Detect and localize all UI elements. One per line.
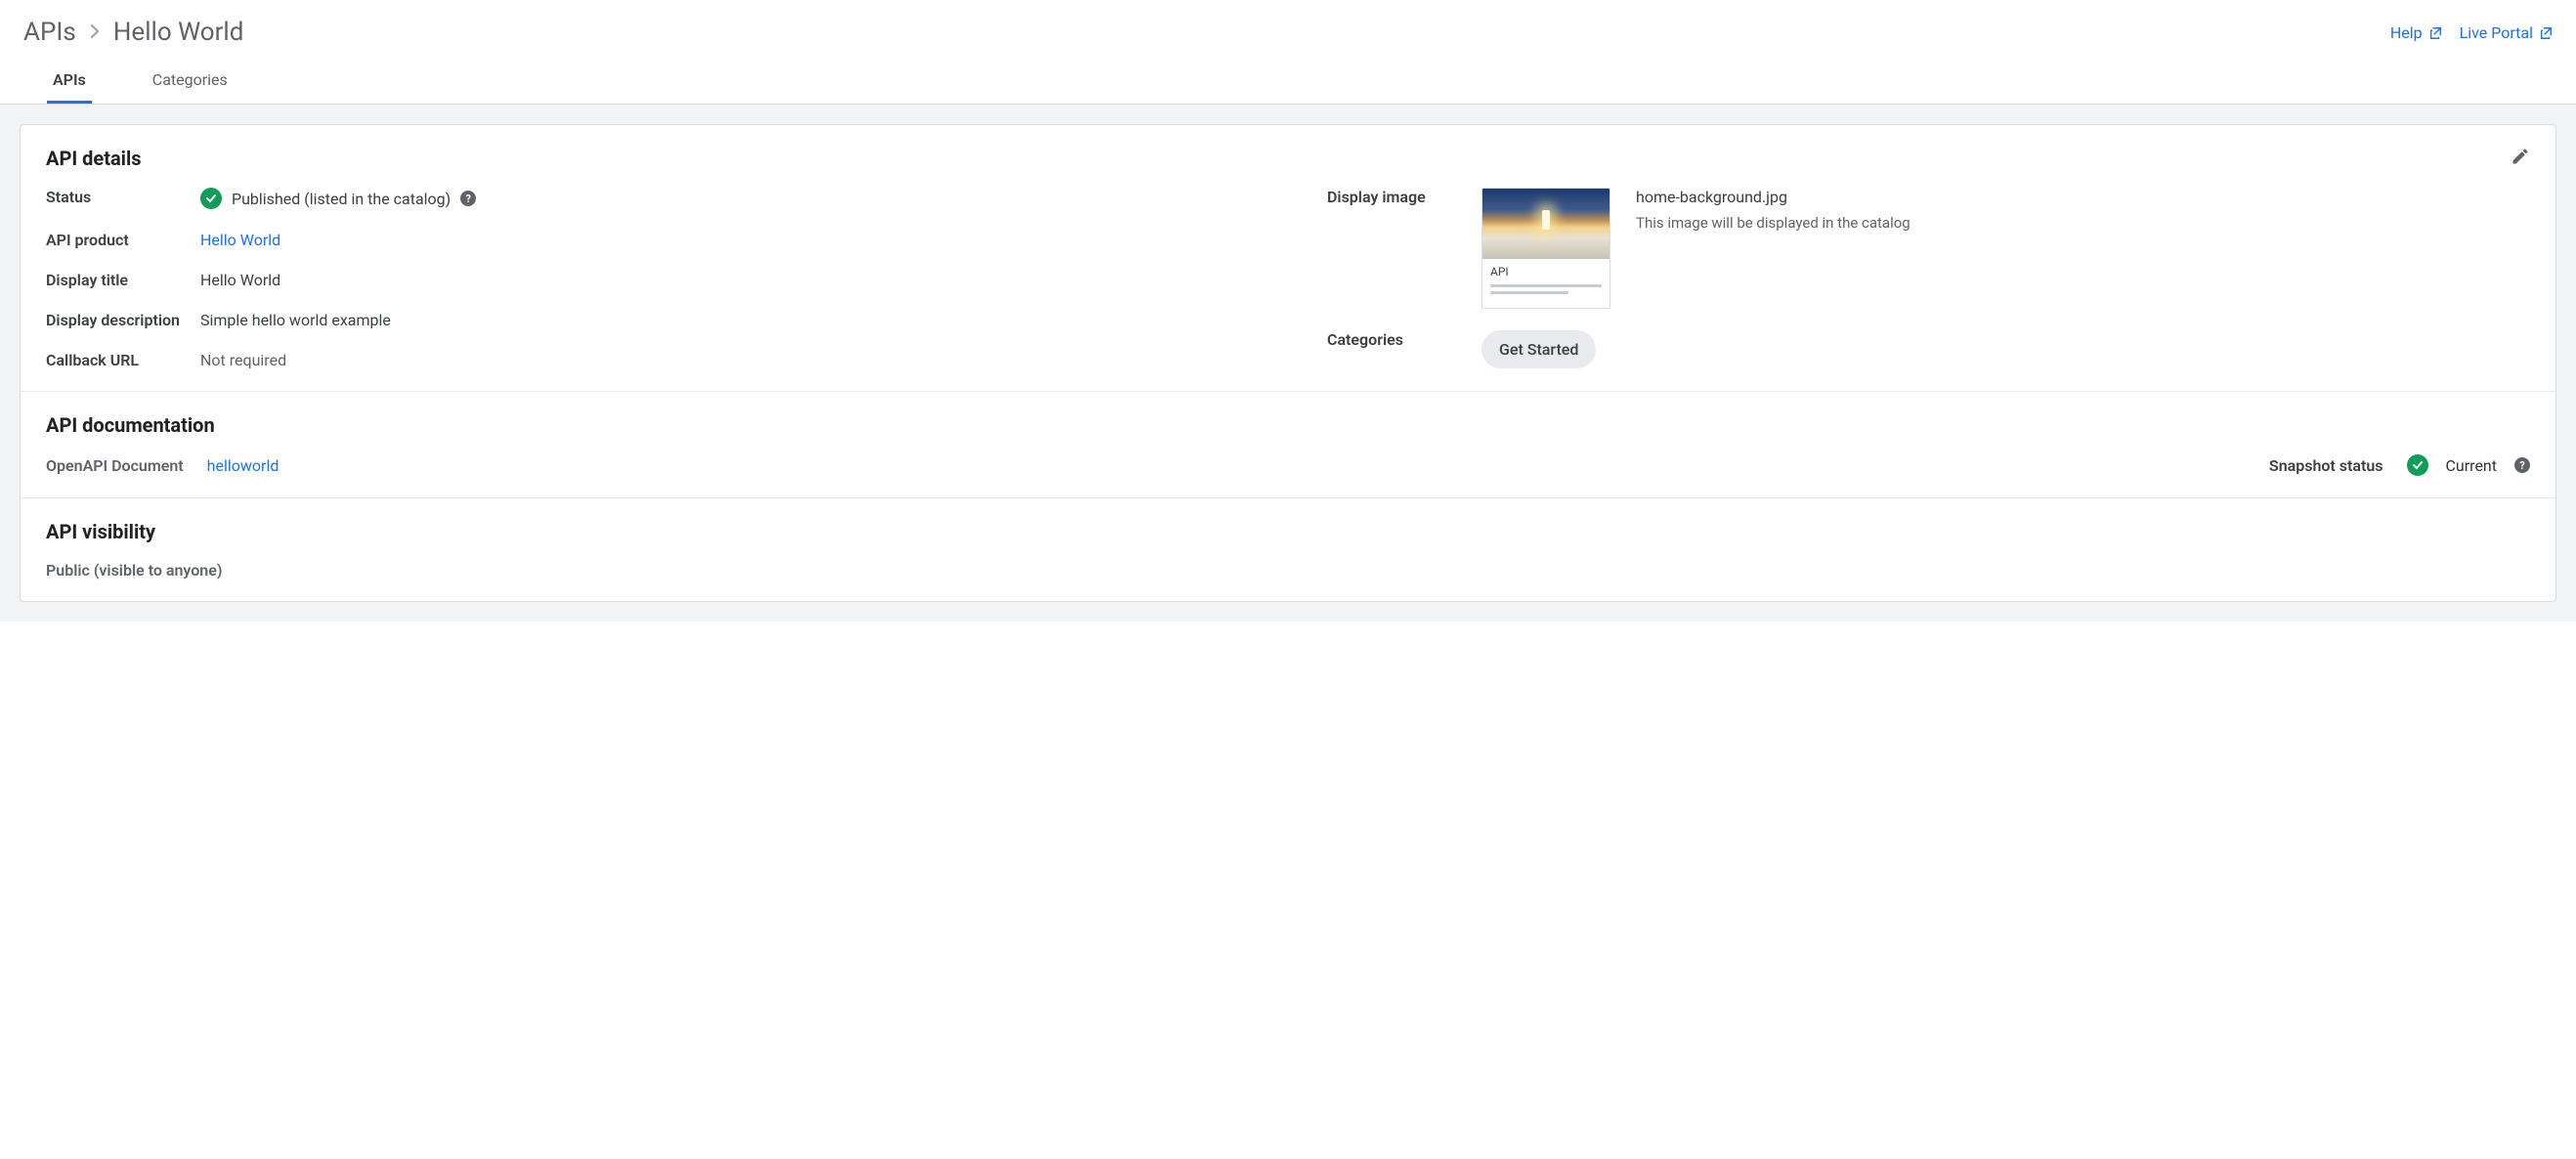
category-chip[interactable]: Get Started — [1481, 330, 1596, 368]
display-description-value: Simple hello world example — [200, 311, 391, 329]
status-value: Published (listed in the catalog) ? — [200, 188, 476, 209]
section-title-api-documentation: API documentation — [46, 413, 2530, 437]
status-label: Status — [46, 188, 200, 206]
external-link-icon — [2539, 25, 2553, 39]
check-icon — [2407, 454, 2428, 476]
visibility-value: Public (visible to anyone) — [46, 561, 2530, 580]
api-product-link[interactable]: Hello World — [200, 231, 280, 249]
display-image-thumbnail: API — [1481, 188, 1610, 309]
thumbnail-image — [1482, 189, 1610, 259]
tab-apis[interactable]: APIs — [47, 70, 92, 104]
help-link[interactable]: Help — [2390, 23, 2442, 42]
section-title-api-details: API details — [46, 147, 2530, 170]
tab-categories[interactable]: Categories — [147, 70, 234, 104]
status-text: Published (listed in the catalog) — [232, 190, 451, 208]
live-portal-link-label: Live Portal — [2460, 23, 2533, 42]
check-icon — [200, 188, 222, 209]
display-description-label: Display description — [46, 311, 200, 329]
help-link-label: Help — [2390, 23, 2423, 42]
snapshot-status-value: Current — [2446, 456, 2497, 475]
snapshot-status-label: Snapshot status — [2269, 456, 2383, 475]
openapi-document-label: OpenAPI Document — [46, 456, 184, 475]
api-product-label: API product — [46, 231, 200, 249]
display-image-filename: home-background.jpg — [1636, 188, 1911, 206]
display-title-label: Display title — [46, 271, 200, 289]
section-api-visibility: API visibility Public (visible to anyone… — [21, 498, 2555, 601]
section-title-api-visibility: API visibility — [46, 520, 2530, 543]
display-title-value: Hello World — [200, 271, 280, 289]
callback-url-label: Callback URL — [46, 351, 200, 369]
thumbnail-title: API — [1490, 265, 1602, 279]
section-api-details: API details Status Published (listed in … — [21, 125, 2555, 392]
breadcrumb-root[interactable]: APIs — [23, 18, 76, 47]
categories-label: Categories — [1327, 330, 1481, 349]
breadcrumb: APIs Hello World — [23, 18, 243, 47]
display-image-label: Display image — [1327, 188, 1481, 206]
edit-icon[interactable] — [2511, 147, 2530, 170]
openapi-document-link[interactable]: helloworld — [207, 456, 279, 475]
help-icon[interactable]: ? — [460, 191, 476, 206]
thumbnail-line-placeholder — [1490, 291, 1568, 294]
external-link-icon — [2428, 25, 2442, 39]
thumbnail-line-placeholder — [1490, 284, 1602, 287]
help-icon[interactable]: ? — [2514, 457, 2530, 473]
callback-url-value: Not required — [200, 351, 286, 369]
display-image-caption: This image will be displayed in the cata… — [1636, 214, 1911, 232]
breadcrumb-current: Hello World — [113, 18, 244, 47]
chevron-right-icon — [90, 21, 100, 45]
live-portal-link[interactable]: Live Portal — [2460, 23, 2553, 42]
section-api-documentation: API documentation OpenAPI Document hello… — [21, 392, 2555, 498]
